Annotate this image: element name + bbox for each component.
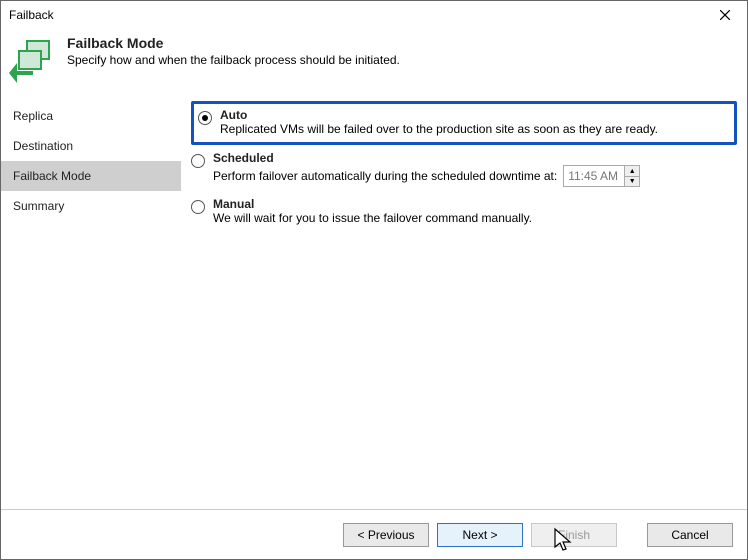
option-manual-label: Manual [213, 197, 737, 211]
next-button[interactable]: Next > [437, 523, 523, 547]
option-scheduled-desc: Perform failover automatically during th… [213, 169, 557, 183]
radio-auto[interactable] [198, 111, 212, 125]
wizard-header: Failback Mode Specify how and when the f… [1, 29, 747, 95]
option-scheduled-label: Scheduled [213, 151, 737, 165]
close-button[interactable] [709, 4, 741, 26]
finish-button[interactable]: Finish [531, 523, 617, 547]
scheduled-time-input[interactable] [564, 166, 624, 186]
close-icon [720, 10, 730, 20]
time-input-wrapper: ▲ ▼ [563, 165, 640, 187]
radio-scheduled[interactable] [191, 154, 205, 168]
cancel-button[interactable]: Cancel [647, 523, 733, 547]
failback-icon [9, 37, 57, 85]
time-spinner: ▲ ▼ [624, 166, 639, 186]
page-title: Failback Mode [67, 35, 400, 51]
option-auto-desc: Replicated VMs will be failed over to th… [220, 122, 728, 136]
wizard-footer: < Previous Next > Finish Cancel [1, 509, 747, 559]
sidebar-item-failback-mode[interactable]: Failback Mode [1, 161, 181, 191]
sidebar-item-label: Failback Mode [13, 169, 91, 183]
spinner-down-button[interactable]: ▼ [625, 176, 639, 186]
sidebar-item-destination[interactable]: Destination [1, 131, 181, 161]
titlebar: Failback [1, 1, 747, 29]
sidebar-item-summary[interactable]: Summary [1, 191, 181, 221]
sidebar-item-label: Summary [13, 199, 64, 213]
sidebar-item-label: Replica [13, 109, 53, 123]
option-auto-label: Auto [220, 108, 728, 122]
wizard-main: Auto Replicated VMs will be failed over … [181, 93, 747, 509]
spinner-up-button[interactable]: ▲ [625, 166, 639, 176]
page-subtitle: Specify how and when the failback proces… [67, 53, 400, 67]
option-manual-desc: We will wait for you to issue the failov… [213, 211, 737, 225]
sidebar-item-label: Destination [13, 139, 73, 153]
radio-manual[interactable] [191, 200, 205, 214]
previous-button[interactable]: < Previous [343, 523, 429, 547]
highlighted-option: Auto Replicated VMs will be failed over … [191, 101, 737, 145]
window-title: Failback [9, 8, 54, 22]
wizard-sidebar: Replica Destination Failback Mode Summar… [1, 93, 181, 509]
sidebar-item-replica[interactable]: Replica [1, 101, 181, 131]
